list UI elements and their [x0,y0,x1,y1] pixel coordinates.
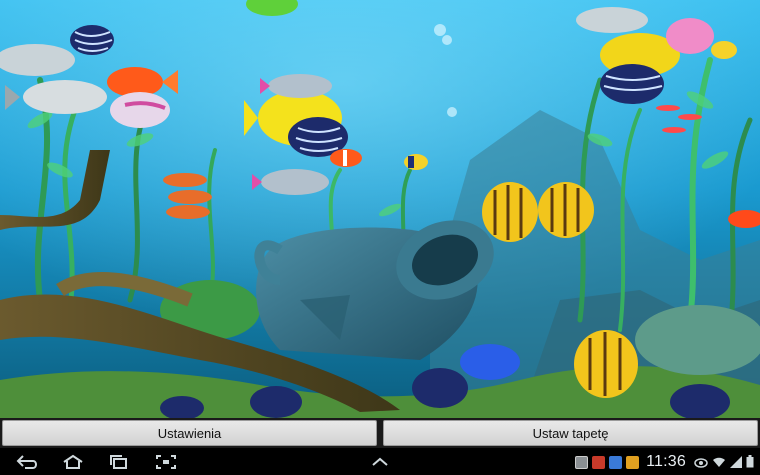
clock: 11:36 [646,453,686,470]
signal-icon [730,453,742,472]
eye-icon [694,453,708,472]
set-wallpaper-button[interactable]: Ustaw tapetę [383,420,758,446]
status-area[interactable]: 11:36 [575,451,754,473]
fish-blue-tang [460,344,520,380]
home-icon[interactable] [60,452,86,472]
system-navigation-bar: 11:36 [0,448,760,475]
fish-pink [110,92,170,128]
recent-apps-icon[interactable] [106,452,132,472]
aquarium-scene [0,0,760,418]
fish-small-yellow-blue [404,154,428,170]
fish-clownfish [330,149,362,167]
wallpaper-preview[interactable] [0,0,760,418]
settings-button[interactable]: Ustawienia [2,420,377,446]
moss-rock [635,305,760,375]
wallpaper-action-bar: Ustawienia Ustaw tapetę [0,418,760,448]
back-icon[interactable] [14,452,40,472]
chevron-up-icon[interactable] [366,452,394,472]
wifi-icon [712,453,726,472]
fish-striped-blue [70,25,114,55]
fish-small-orange-school [163,173,212,219]
battery-icon [746,453,754,472]
app-notification-icon [626,455,640,469]
app-notification-icon [609,455,623,469]
screenshot-icon[interactable] [153,452,179,472]
gallery-notification-icon [575,455,589,469]
app-notification-icon [592,455,606,469]
